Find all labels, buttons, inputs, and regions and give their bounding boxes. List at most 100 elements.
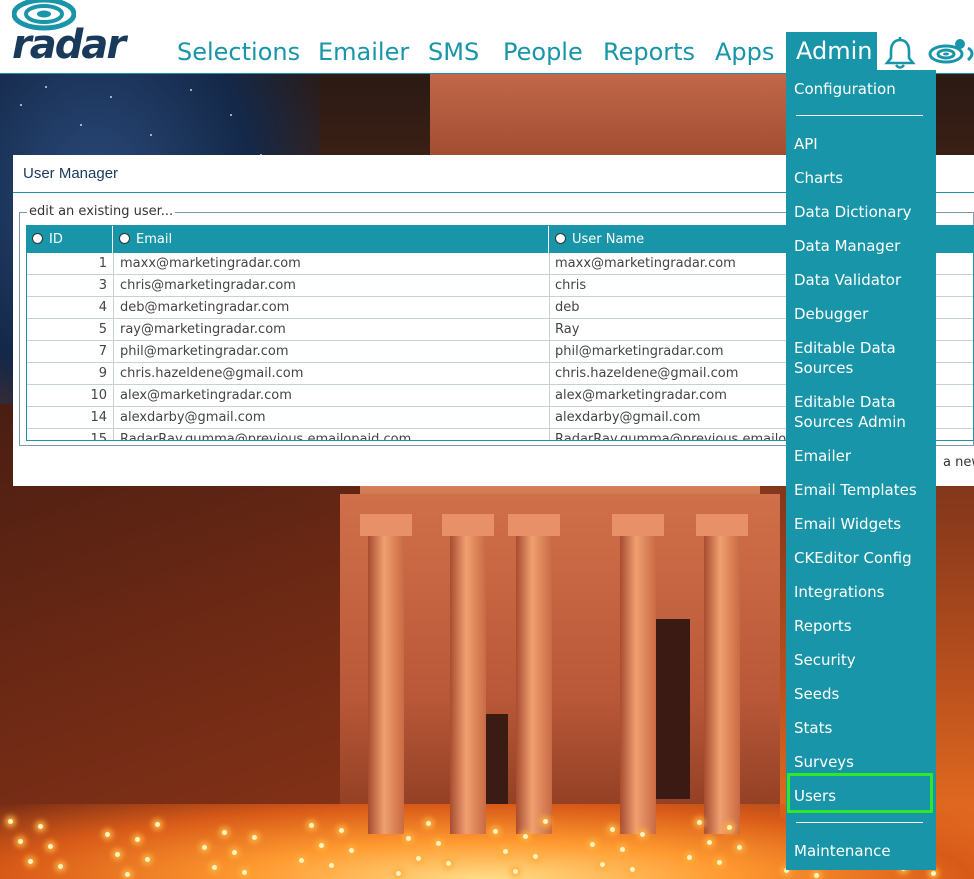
nav-apps[interactable]: Apps	[715, 38, 774, 66]
candle	[707, 840, 712, 845]
menu-item-integrations[interactable]: Integrations	[786, 582, 936, 602]
candle	[58, 864, 63, 869]
menu-item-api[interactable]: API	[786, 134, 936, 154]
cell-email: RadarRay.gumma@previous.emailopaid.com	[120, 432, 412, 441]
menu-item-data-dictionary[interactable]: Data Dictionary	[786, 202, 936, 222]
candle	[38, 824, 43, 829]
star	[20, 104, 22, 106]
cell-username: Ray	[555, 322, 580, 337]
selected-item-highlight	[787, 773, 933, 813]
candle	[232, 850, 237, 855]
rock-top-carving	[430, 74, 790, 164]
candle	[339, 828, 344, 833]
menu-item-stats[interactable]: Stats	[786, 718, 936, 738]
nav-emailer[interactable]: Emailer	[318, 38, 409, 66]
candle	[600, 862, 605, 867]
column-capital	[442, 514, 494, 536]
nav-reports[interactable]: Reports	[603, 38, 695, 66]
cell-username: RadarRay.gumma@previous.emailo	[555, 432, 787, 441]
radar-logo[interactable]: radar	[12, 0, 126, 70]
column-header-email[interactable]: Email	[113, 226, 549, 253]
cell-username: phil@marketingradar.com	[555, 344, 724, 359]
cell-email: deb@marketingradar.com	[120, 300, 290, 315]
sort-radio-icon[interactable]	[555, 233, 566, 244]
candle	[319, 843, 324, 848]
sort-radio-icon[interactable]	[32, 233, 43, 244]
candle	[309, 823, 314, 828]
candle	[396, 871, 401, 876]
menu-item-seeds[interactable]: Seeds	[786, 684, 936, 704]
temple-column	[450, 534, 486, 834]
menu-item-email-widgets[interactable]: Email Widgets	[786, 514, 936, 534]
menu-item-emailer[interactable]: Emailer	[786, 446, 936, 466]
fieldset-legend: edit an existing user...	[27, 204, 176, 219]
candle	[8, 819, 13, 824]
cell-id: 14	[90, 410, 107, 425]
candle	[620, 847, 625, 852]
menu-item-ckeditor-config[interactable]: CKEditor Config	[786, 548, 936, 568]
menu-item-editable-data-sources[interactable]: Editable Data Sources	[786, 338, 936, 378]
menu-item-surveys[interactable]: Surveys	[786, 752, 936, 772]
candle	[125, 872, 130, 877]
candle	[212, 865, 217, 870]
cell-email: phil@marketingradar.com	[120, 344, 289, 359]
menu-item-configuration[interactable]: Configuration	[786, 79, 936, 99]
menu-item-data-validator[interactable]: Data Validator	[786, 270, 936, 290]
menu-item-email-templates[interactable]: Email Templates	[786, 480, 936, 500]
column-capital	[612, 514, 664, 536]
candle	[135, 837, 140, 842]
cell-id: 5	[98, 322, 107, 337]
candle	[115, 852, 120, 857]
cell-username: chris.hazeldene@gmail.com	[555, 366, 739, 381]
account-radar-icon[interactable]	[928, 38, 974, 68]
candle	[28, 859, 33, 864]
candle	[493, 829, 498, 834]
candle	[640, 832, 645, 837]
star	[110, 96, 112, 98]
candle	[252, 835, 257, 840]
nav-admin[interactable]: Admin	[786, 32, 877, 74]
candle	[814, 873, 819, 878]
candle	[222, 830, 227, 835]
menu-item-charts[interactable]: Charts	[786, 168, 936, 188]
candle	[299, 858, 304, 863]
bell-icon[interactable]	[883, 36, 917, 70]
candle	[737, 845, 742, 850]
menu-item-debugger[interactable]: Debugger	[786, 304, 936, 324]
menu-item-editable-data-sources-admin[interactable]: Editable Data Sources Admin	[786, 392, 936, 432]
cell-email: ray@marketingradar.com	[120, 322, 286, 337]
menu-item-security[interactable]: Security	[786, 650, 936, 670]
candle	[436, 841, 441, 846]
star	[190, 89, 192, 91]
candle	[145, 857, 150, 862]
cell-email: chris@marketingradar.com	[120, 278, 296, 293]
add-new-link[interactable]: a new	[943, 455, 974, 470]
candle	[446, 861, 451, 866]
column-header-id[interactable]: ID	[27, 226, 113, 253]
sort-radio-icon[interactable]	[119, 233, 130, 244]
cell-email: maxx@marketingradar.com	[120, 256, 301, 271]
nav-sms[interactable]: SMS	[428, 38, 479, 66]
candle	[687, 855, 692, 860]
top-nav-bar: radar Selections Emailer SMS People Repo…	[0, 0, 974, 74]
menu-item-maintenance[interactable]: Maintenance	[786, 841, 936, 861]
cell-id: 7	[98, 344, 107, 359]
candle	[329, 863, 334, 868]
candle	[931, 871, 936, 876]
cell-username: chris	[555, 278, 587, 293]
candle	[513, 869, 518, 874]
cell-id: 9	[98, 366, 107, 381]
menu-item-reports[interactable]: Reports	[786, 616, 936, 636]
cell-id: 1	[98, 256, 107, 271]
column-capital	[360, 514, 412, 536]
cell-email: alexdarby@gmail.com	[120, 410, 266, 425]
candle	[416, 856, 421, 861]
logo-wordmark: radar	[12, 22, 126, 68]
nav-people[interactable]: People	[503, 38, 583, 66]
nav-selections[interactable]: Selections	[177, 38, 300, 66]
candle	[406, 836, 411, 841]
cell-username: deb	[555, 300, 580, 315]
candle	[155, 822, 160, 827]
candle	[48, 844, 53, 849]
menu-item-data-manager[interactable]: Data Manager	[786, 236, 936, 256]
